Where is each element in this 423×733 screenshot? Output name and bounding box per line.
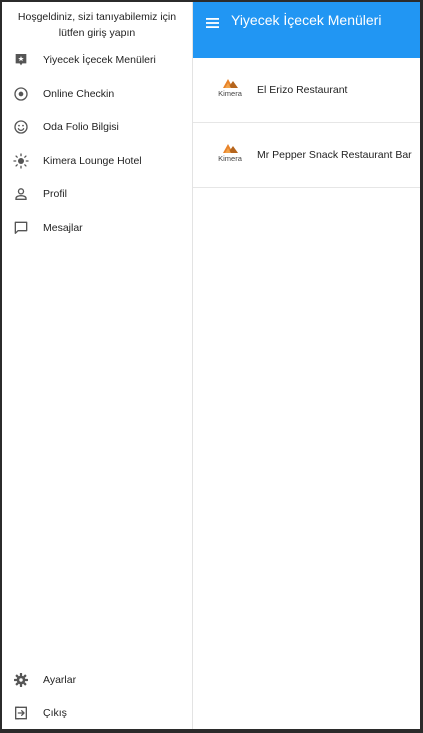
drawer-item-settings[interactable]: Ayarlar bbox=[2, 663, 192, 697]
drawer-item-food-menus[interactable]: Yiyecek İçecek Menüleri bbox=[2, 43, 192, 77]
drawer-item-label: Mesajlar bbox=[43, 222, 83, 234]
drawer-item-online-checkin[interactable]: Online Checkin bbox=[2, 77, 192, 111]
logout-icon bbox=[13, 705, 29, 721]
list-item[interactable]: Kimera Mr Pepper Snack Restaurant Bar bbox=[193, 123, 420, 188]
drawer-item-label: Yiyecek İçecek Menüleri bbox=[43, 54, 156, 66]
hamburger-menu-icon[interactable] bbox=[205, 15, 221, 31]
sun-icon bbox=[13, 153, 29, 169]
drawer-welcome-text: Hoşgeldiniz, sizi tanıyabilemiz için lüt… bbox=[17, 11, 177, 39]
drawer-item-label: Profil bbox=[43, 188, 67, 200]
radio-target-icon bbox=[13, 86, 29, 102]
kimera-logo: Kimera bbox=[214, 76, 246, 104]
smiley-icon bbox=[13, 119, 29, 135]
food-menu-icon bbox=[13, 52, 29, 68]
app-bar: Yiyecek İçecek Menüleri bbox=[193, 2, 420, 58]
drawer-item-room-folio[interactable]: Oda Folio Bilgisi bbox=[2, 110, 192, 144]
logo-text: Kimera bbox=[218, 89, 243, 98]
drawer-item-label: Online Checkin bbox=[43, 88, 115, 100]
restaurant-name: Mr Pepper Snack Restaurant Bar bbox=[257, 149, 412, 161]
drawer-item-label: Çıkış bbox=[43, 707, 67, 719]
chat-icon bbox=[13, 220, 29, 236]
restaurant-list: Kimera El Erizo Restaurant Kimera Mr Pep… bbox=[193, 58, 420, 188]
drawer-item-hotel[interactable]: Kimera Lounge Hotel bbox=[2, 144, 192, 178]
list-item[interactable]: Kimera El Erizo Restaurant bbox=[193, 58, 420, 123]
drawer-item-logout[interactable]: Çıkış bbox=[2, 696, 192, 729]
navigation-drawer: Hoşgeldiniz, sizi tanıyabilemiz için lüt… bbox=[2, 2, 193, 729]
kimera-logo: Kimera bbox=[214, 141, 246, 169]
gear-icon bbox=[13, 672, 29, 688]
drawer-item-label: Kimera Lounge Hotel bbox=[43, 155, 142, 167]
drawer-item-label: Oda Folio Bilgisi bbox=[43, 121, 119, 133]
drawer-item-label: Ayarlar bbox=[43, 674, 77, 686]
drawer-item-messages[interactable]: Mesajlar bbox=[2, 211, 192, 245]
drawer-item-profile[interactable]: Profil bbox=[2, 177, 192, 211]
page-title: Yiyecek İçecek Menüleri bbox=[231, 12, 382, 28]
logo-text: Kimera bbox=[218, 154, 243, 163]
person-icon bbox=[13, 186, 29, 202]
restaurant-name: El Erizo Restaurant bbox=[257, 84, 348, 96]
app-window: Hoşgeldiniz, sizi tanıyabilemiz için lüt… bbox=[2, 2, 420, 729]
